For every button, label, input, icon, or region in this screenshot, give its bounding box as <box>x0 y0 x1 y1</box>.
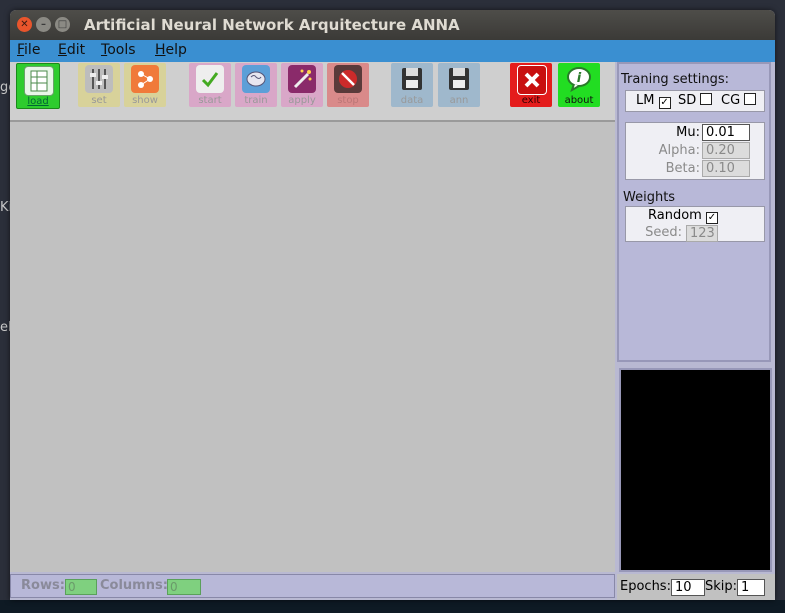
brain-icon <box>242 65 270 93</box>
lm-option[interactable]: LM ✓ <box>636 93 671 109</box>
menu-label: ile <box>24 42 41 58</box>
menu-help[interactable]: Help <box>155 42 187 58</box>
maximize-window-button[interactable]: □ <box>55 17 70 32</box>
info-icon: i <box>565 65 593 93</box>
mu-input[interactable]: 0.01 <box>702 124 750 141</box>
train-button[interactable]: train <box>235 63 277 107</box>
app-window: ✕ – □ Artificial Neural Network Arquitec… <box>10 10 775 600</box>
weights-heading: Weights <box>623 190 676 205</box>
menu-mnemonic: E <box>58 42 67 58</box>
close-window-button[interactable]: ✕ <box>17 17 32 32</box>
ann-button[interactable]: ann <box>438 63 480 107</box>
rows-label: Rows: <box>21 578 65 593</box>
exit-button[interactable]: exit <box>510 63 552 107</box>
stop-icon <box>334 65 362 93</box>
menu-edit[interactable]: Edit <box>58 42 85 58</box>
svg-text:i: i <box>577 71 582 86</box>
start-label: start <box>198 95 222 106</box>
sd-checkbox[interactable] <box>700 93 713 105</box>
exit-label: exit <box>521 95 541 106</box>
about-label: about <box>564 95 594 106</box>
window-title: Artificial Neural Network Arquitecture A… <box>84 16 460 34</box>
beta-input[interactable]: 0.10 <box>702 160 750 177</box>
magic-wand-icon <box>288 65 316 93</box>
columns-value: 0 <box>167 579 201 595</box>
stop-label: stop <box>337 95 359 106</box>
menu-tools[interactable]: Tools <box>101 42 136 58</box>
data-button[interactable]: data <box>391 63 433 107</box>
save-icon <box>445 65 473 93</box>
skip-input[interactable]: 1 <box>737 579 765 596</box>
about-button[interactable]: i about <box>558 63 600 107</box>
menu-label: elp <box>165 42 187 58</box>
main-canvas[interactable] <box>10 122 615 572</box>
cg-checkbox[interactable] <box>744 93 757 105</box>
set-button[interactable]: set <box>78 63 120 107</box>
lm-checkbox[interactable]: ✓ <box>658 97 671 109</box>
algorithm-options: LM ✓ SD CG <box>625 90 765 112</box>
sliders-icon <box>85 65 113 93</box>
status-bar: Rows: 0 Columns: 0 <box>10 574 615 598</box>
beta-label: Beta: <box>665 161 700 176</box>
toolbar: load set show start train apply stop dat… <box>10 62 615 122</box>
random-option[interactable]: Random ✓ <box>648 208 718 224</box>
apply-button[interactable]: apply <box>281 63 323 107</box>
epochs-label: Epochs: <box>620 579 671 594</box>
menu-label: ools <box>107 42 136 58</box>
random-label: Random <box>648 208 702 223</box>
ann-label: ann <box>449 95 469 106</box>
menu-bar: File Edit Tools Help <box>10 40 775 62</box>
parameters-box: Mu: 0.01 Alpha: 0.20 Beta: 0.10 <box>625 122 765 180</box>
error-plot-area <box>619 368 772 572</box>
title-bar: ✕ – □ Artificial Neural Network Arquitec… <box>10 10 775 40</box>
training-settings-heading: Traning settings: <box>621 72 730 87</box>
sd-label: SD <box>678 93 697 108</box>
training-settings-panel: Traning settings: LM ✓ SD CG Mu: 0.01 Al… <box>617 62 771 362</box>
stop-button[interactable]: stop <box>327 63 369 107</box>
minimize-window-button[interactable]: – <box>36 17 51 32</box>
close-icon: ✕ <box>20 19 29 30</box>
menu-mnemonic: H <box>155 42 166 58</box>
show-button[interactable]: show <box>124 63 166 107</box>
network-icon <box>131 65 159 93</box>
menu-label: dit <box>66 42 86 58</box>
minimize-icon: – <box>41 19 46 30</box>
load-label: load <box>27 96 49 107</box>
seed-label: Seed: <box>645 225 682 240</box>
desktop-background <box>0 600 785 613</box>
apply-label: apply <box>288 95 316 106</box>
run-settings: Epochs: 10 Skip: 1 <box>617 574 775 600</box>
lm-label: LM <box>636 93 655 108</box>
random-checkbox[interactable]: ✓ <box>705 212 718 224</box>
weights-box: Random ✓ Seed: 123 <box>625 206 765 242</box>
start-button[interactable]: start <box>189 63 231 107</box>
skip-label: Skip: <box>705 579 738 594</box>
seed-input[interactable]: 123 <box>686 225 718 242</box>
mu-label: Mu: <box>676 125 700 140</box>
alpha-input[interactable]: 0.20 <box>702 142 750 159</box>
cg-label: CG <box>721 93 741 108</box>
show-label: show <box>132 95 158 106</box>
rows-value: 0 <box>65 579 97 595</box>
menu-mnemonic: F <box>17 42 25 58</box>
close-icon <box>517 65 547 95</box>
checkmark-icon <box>196 65 224 93</box>
maximize-icon: □ <box>57 19 68 30</box>
save-icon <box>398 65 426 93</box>
epochs-input[interactable]: 10 <box>671 579 705 596</box>
cg-option[interactable]: CG <box>721 93 757 108</box>
menu-file[interactable]: File <box>17 42 40 58</box>
train-label: train <box>244 95 268 106</box>
table-icon <box>24 66 54 96</box>
set-label: set <box>91 95 107 106</box>
data-label: data <box>400 95 424 106</box>
columns-label: Columns: <box>100 578 168 593</box>
sd-option[interactable]: SD <box>678 93 713 108</box>
alpha-label: Alpha: <box>658 143 700 158</box>
load-button[interactable]: load <box>16 63 60 109</box>
